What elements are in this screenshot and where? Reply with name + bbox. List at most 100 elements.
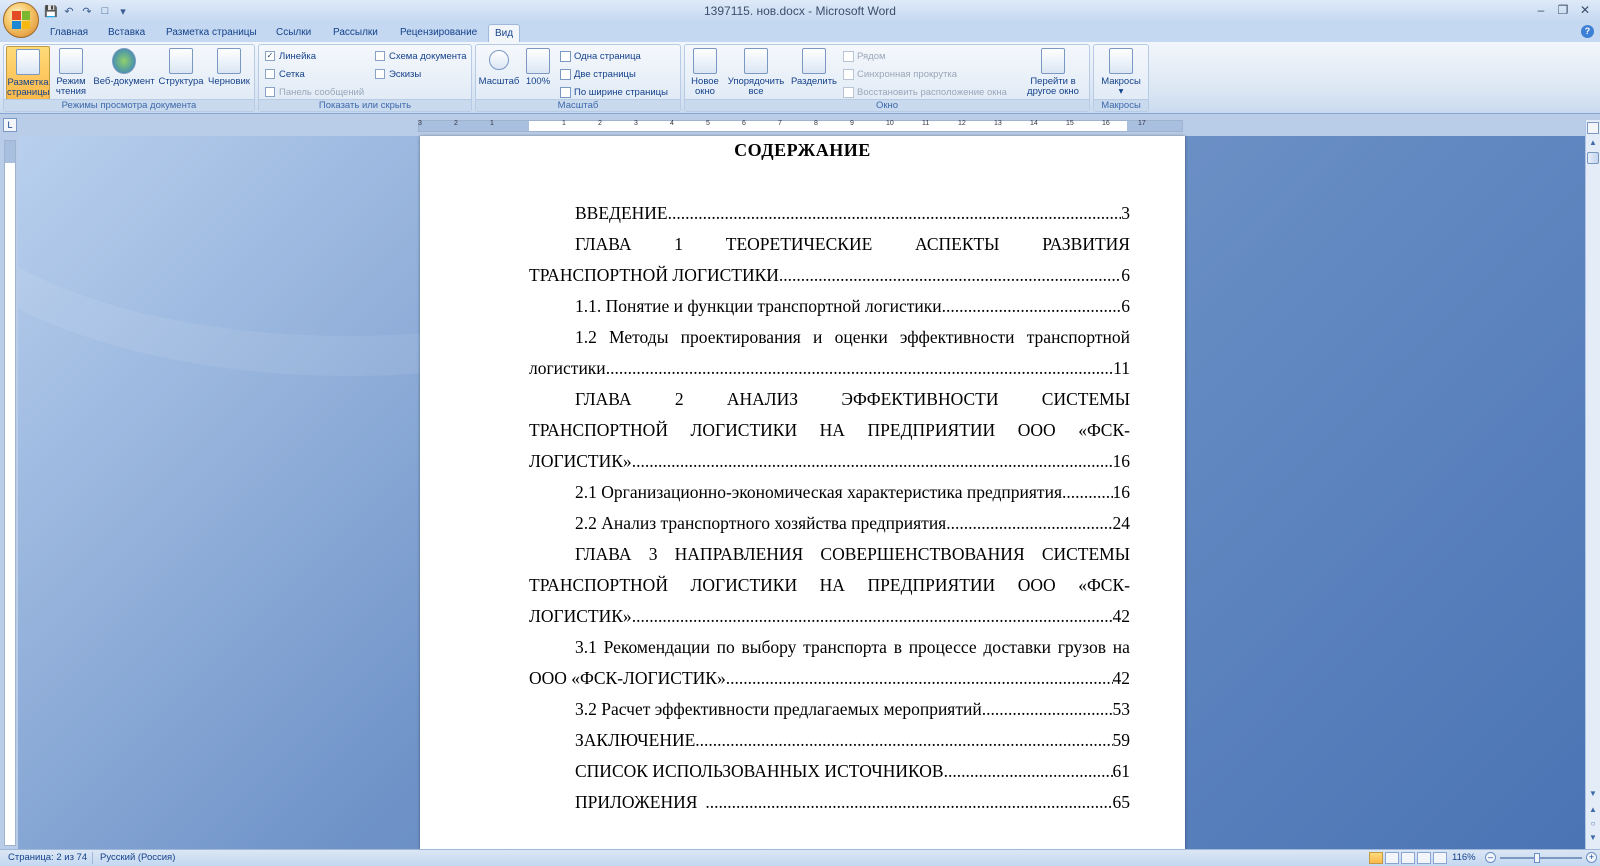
office-button[interactable] bbox=[3, 2, 39, 38]
one-page-button[interactable]: Одна страница bbox=[560, 49, 641, 63]
zoom-100-button[interactable]: 100% bbox=[522, 46, 554, 100]
toc-entry[interactable]: 3.2 Расчет эффективности предлагаемых ме… bbox=[529, 694, 1130, 725]
toc-entry[interactable]: 2.2 Анализ транспортного хозяйства предп… bbox=[529, 508, 1130, 539]
toc-word: транспортной bbox=[1026, 327, 1130, 347]
reading-mode-icon bbox=[59, 48, 83, 74]
reset-window-position-button[interactable]: Восстановить расположение окна bbox=[843, 85, 1007, 99]
help-icon[interactable]: ? bbox=[1581, 25, 1594, 38]
vertical-ruler[interactable] bbox=[4, 140, 16, 846]
one-page-icon bbox=[560, 50, 571, 62]
toc-entry[interactable]: ЗАКЛЮЧЕНИЕ59 bbox=[529, 725, 1130, 756]
top-margin-area bbox=[5, 141, 15, 163]
reading-mode-button[interactable]: Режим чтения bbox=[52, 46, 90, 100]
new-window-button[interactable]: Новое окно bbox=[687, 46, 723, 100]
tab-mailings[interactable]: Рассылки bbox=[327, 24, 384, 42]
draft-view-icon[interactable] bbox=[1433, 852, 1447, 864]
zoom-slider-track[interactable] bbox=[1500, 857, 1582, 859]
document-page[interactable]: СОДЕРЖАНИЕ ВВЕДЕНИЕ3 ГЛАВА 1 ТЕОРЕТИЧЕСКИЕ… bbox=[420, 136, 1185, 849]
page-count[interactable]: Страница: 2 из 74 bbox=[8, 852, 87, 863]
toc-entry[interactable]: СПИСОК ИСПОЛЬЗОВАННЫХ ИСТОЧНИКОВ61 bbox=[529, 756, 1130, 787]
side-by-side-button[interactable]: Рядом bbox=[843, 49, 886, 63]
draft-button[interactable]: Черновик bbox=[206, 46, 252, 100]
previous-page-icon[interactable]: ▲ bbox=[1587, 805, 1599, 817]
scroll-down-icon[interactable]: ▼ bbox=[1587, 789, 1599, 801]
toc-entry[interactable]: ПРИЛОЖЕНИЯ65 bbox=[529, 787, 1130, 818]
close-icon[interactable]: ✕ bbox=[1574, 1, 1596, 19]
toc-word: выбору bbox=[741, 637, 797, 657]
zoom-out-icon[interactable]: – bbox=[1485, 852, 1496, 863]
ruler-checkbox[interactable]: ✓ Линейка bbox=[265, 49, 316, 63]
toc-entry[interactable]: 1.1. Понятие и функции транспортной логи… bbox=[529, 291, 1130, 322]
web-layout-button[interactable]: Веб-документ bbox=[92, 46, 156, 100]
tab-home[interactable]: Главная bbox=[44, 24, 94, 42]
split-icon bbox=[802, 48, 826, 74]
minimize-icon[interactable]: – bbox=[1530, 1, 1552, 19]
tab-page-layout[interactable]: Разметка страницы bbox=[160, 24, 263, 42]
toc-entry-continuation[interactable]: ТРАНСПОРТНОЙ ЛОГИСТИКИ НА ПРЕДПРИЯТИИ ООО «ФС… bbox=[529, 570, 1130, 601]
restore-icon[interactable]: ❐ bbox=[1552, 1, 1574, 19]
macros-button[interactable]: Макросы ▾ bbox=[1096, 46, 1146, 100]
toc-entry-continuation[interactable]: ООО «ФСК-ЛОГИСТИК»42 bbox=[529, 663, 1130, 694]
print-layout-icon bbox=[16, 49, 40, 75]
tab-insert[interactable]: Вставка bbox=[102, 24, 151, 42]
next-page-icon[interactable]: ▼ bbox=[1587, 833, 1599, 845]
dropdown-arrow-icon: ▾ bbox=[1118, 86, 1124, 97]
view-ruler-icon[interactable] bbox=[1587, 122, 1599, 134]
web-view-icon[interactable] bbox=[1401, 852, 1415, 864]
web-layout-icon bbox=[112, 48, 136, 74]
tab-references[interactable]: Ссылки bbox=[270, 24, 317, 42]
scroll-thumb[interactable] bbox=[1587, 152, 1599, 164]
group-window: Новое окно Упорядочить все Разделить Ряд… bbox=[684, 44, 1090, 112]
table-of-contents: ВВЕДЕНИЕ3 ГЛАВА 1 ТЕОРЕТИЧЕСКИЕ АСПЕКТЫ РАЗВ… bbox=[529, 198, 1130, 818]
two-pages-button[interactable]: Две страницы bbox=[560, 67, 636, 81]
toc-word: в bbox=[893, 637, 902, 657]
thumbnails-checkbox[interactable]: Эскизы bbox=[375, 67, 421, 81]
zoom-slider-thumb[interactable] bbox=[1534, 853, 1540, 863]
reading-view-icon[interactable] bbox=[1385, 852, 1399, 864]
toc-entry[interactable]: ГЛАВА 1 ТЕОРЕТИЧЕСКИЕ АСПЕКТЫ РАЗВИТИЯ bbox=[529, 229, 1130, 260]
language-indicator[interactable]: Русский (Россия) bbox=[100, 852, 175, 863]
synchronous-scroll-button[interactable]: Синхронная прокрутка bbox=[843, 67, 957, 81]
arrange-all-button[interactable]: Упорядочить все bbox=[725, 46, 787, 100]
outline-button[interactable]: Структура bbox=[158, 46, 204, 100]
toc-entry[interactable]: ВВЕДЕНИЕ3 bbox=[529, 198, 1130, 229]
toc-entry-continuation[interactable]: ЛОГИСТИК»16 bbox=[529, 446, 1130, 477]
toc-entry-continuation[interactable]: ЛОГИСТИК»42 bbox=[529, 601, 1130, 632]
scroll-up-icon[interactable]: ▲ bbox=[1587, 138, 1599, 150]
zoom-in-icon[interactable]: + bbox=[1586, 852, 1597, 863]
toc-entry[interactable]: ГЛАВА 3 НАПРАВЛЕНИЯ СОВЕРШЕНСТВОВАНИЯ СИСТЕМ… bbox=[529, 539, 1130, 570]
toc-word: СОВЕРШЕНСТВОВАНИЯ bbox=[820, 544, 1025, 564]
grid-checkbox[interactable]: Сетка bbox=[265, 67, 305, 81]
page-title: СОДЕРЖАНИЕ bbox=[734, 140, 871, 160]
ruler-number: 11 bbox=[922, 120, 930, 127]
ruler-number: 10 bbox=[886, 120, 894, 127]
zoom-level[interactable]: 116% bbox=[1452, 852, 1476, 863]
checkbox-icon bbox=[375, 51, 385, 61]
switch-windows-button[interactable]: Перейти в другое окно ▾ bbox=[1019, 46, 1087, 107]
zoom-button[interactable]: Масштаб bbox=[478, 46, 520, 100]
tab-review[interactable]: Рецензирование bbox=[394, 24, 483, 42]
toc-entry[interactable]: ГЛАВА 2 АНАЛИЗ ЭФФЕКТИВНОСТИ СИСТЕМЫ bbox=[529, 384, 1130, 415]
document-map-checkbox[interactable]: Схема документа bbox=[375, 49, 467, 63]
view-buttons bbox=[1369, 852, 1447, 864]
tab-view[interactable]: Вид bbox=[488, 24, 521, 42]
message-bar-checkbox[interactable]: Панель сообщений bbox=[265, 85, 364, 99]
outline-view-icon[interactable] bbox=[1417, 852, 1431, 864]
print-layout-button[interactable]: Разметка страницы bbox=[6, 46, 50, 100]
toc-entry-continuation[interactable]: ТРАНСПОРТНОЙ ЛОГИСТИКИ6 bbox=[529, 260, 1130, 291]
ruler-numbers: 3 2 1 1 2 3 4 5 6 7 8 9 10 11 12 13 14 15 16 17 bbox=[418, 120, 1182, 130]
toc-entry[interactable]: 2.1 Организационно-экономическая характе… bbox=[529, 477, 1130, 508]
print-layout-view-icon[interactable] bbox=[1369, 852, 1383, 864]
vertical-scrollbar[interactable]: ▲ ▼ ▲ ○ ▼ bbox=[1585, 120, 1600, 849]
ruler-number: 3 bbox=[418, 120, 422, 127]
browse-object-icon[interactable]: ○ bbox=[1587, 819, 1599, 831]
toc-entry[interactable]: 1.2 Методы проектирования и оценки эффективно… bbox=[529, 322, 1130, 353]
horizontal-ruler[interactable]: 3 2 1 1 2 3 4 5 6 7 8 9 10 11 12 13 14 15 16 17 bbox=[418, 120, 1183, 132]
toc-entry-continuation[interactable]: ТРАНСПОРТНОЙ ЛОГИСТИКИ НА ПРЕДПРИЯТИИ ООО «ФС… bbox=[529, 415, 1130, 446]
toc-entry[interactable]: 3.1 Рекомендации по выбору транспорта в процес… bbox=[529, 632, 1130, 663]
toc-entry-continuation[interactable]: логистики11 bbox=[529, 353, 1130, 384]
page-width-button[interactable]: По ширине страницы bbox=[560, 85, 668, 99]
toc-word: АСПЕКТЫ bbox=[915, 234, 1000, 254]
split-button[interactable]: Разделить bbox=[789, 46, 839, 100]
tab-stop-selector-icon[interactable]: L bbox=[3, 118, 17, 132]
